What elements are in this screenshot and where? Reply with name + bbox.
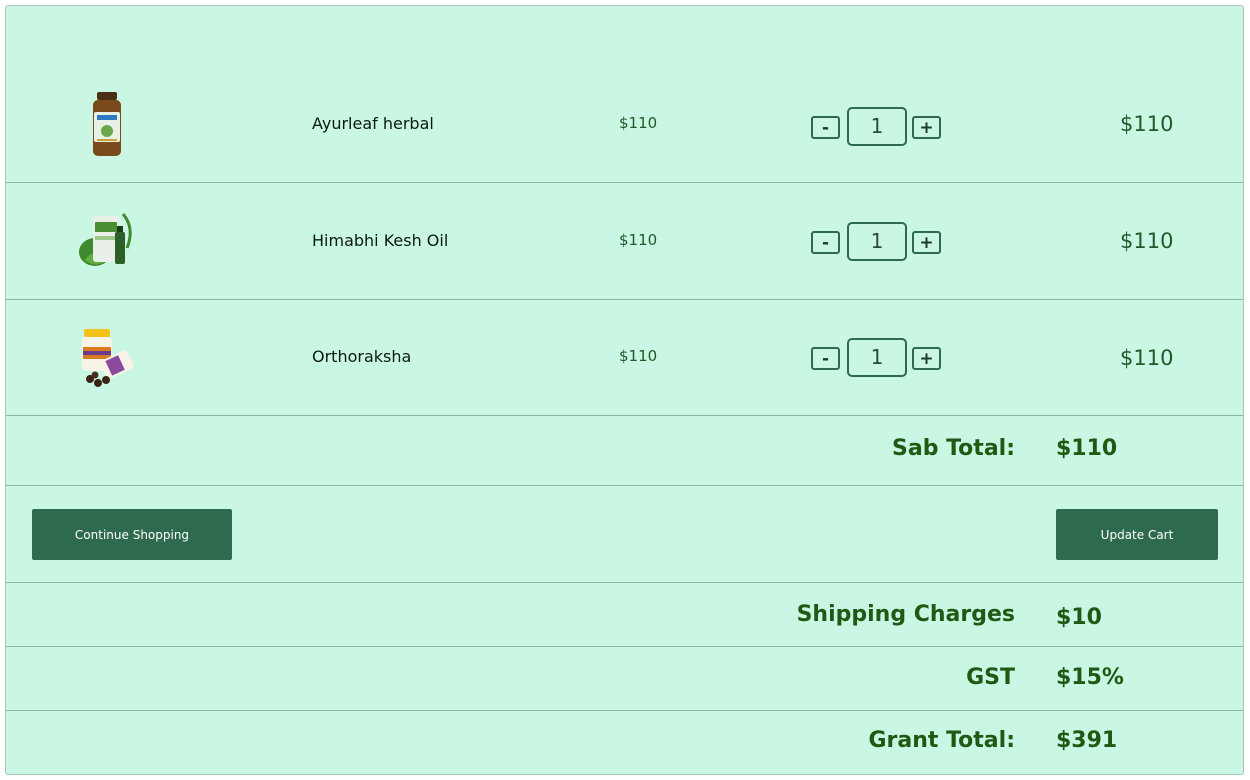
product-name[interactable]: Himabhi Kesh Oil <box>312 231 448 250</box>
line-total: $110 <box>1120 112 1174 136</box>
quantity-decrease-button[interactable]: - <box>811 116 840 139</box>
update-cart-button[interactable]: Update Cart <box>1056 509 1218 560</box>
quantity-decrease-button[interactable]: - <box>811 347 840 370</box>
quantity-increase-button[interactable]: + <box>912 231 941 254</box>
product-image-oil-bottle[interactable] <box>72 206 142 276</box>
shipping-value: $10 <box>1056 605 1102 630</box>
quantity-decrease-button[interactable]: - <box>811 231 840 254</box>
product-price: $110 <box>619 114 658 132</box>
product-name[interactable]: Orthoraksha <box>312 347 411 366</box>
pill-jar-icon <box>82 329 134 387</box>
grand-total-value: $391 <box>1056 728 1118 753</box>
row-divider <box>6 299 1243 300</box>
gst-label: GST <box>966 665 1015 690</box>
row-divider <box>6 182 1243 183</box>
product-image-pill-jar[interactable] <box>72 322 142 392</box>
line-total: $110 <box>1120 229 1174 253</box>
row-divider <box>6 582 1243 583</box>
gst-value: $15% <box>1056 665 1124 690</box>
quantity-increase-button[interactable]: + <box>912 347 941 370</box>
product-image-herbal-jar[interactable] <box>72 90 142 160</box>
continue-shopping-button[interactable]: Continue Shopping <box>32 509 232 560</box>
cart-panel: Ayurleaf herbal $110 - 1 + $110 Himabhi … <box>5 5 1244 775</box>
product-price: $110 <box>619 347 658 365</box>
subtotal-label: Sab Total: <box>892 436 1015 461</box>
herbal-jar-icon <box>93 92 121 156</box>
row-divider <box>6 415 1243 416</box>
quantity-input[interactable]: 1 <box>847 338 907 377</box>
quantity-increase-button[interactable]: + <box>912 116 941 139</box>
product-name[interactable]: Ayurleaf herbal <box>312 114 434 133</box>
row-divider <box>6 646 1243 647</box>
subtotal-value: $110 <box>1056 436 1118 461</box>
oil-bottle-icon <box>79 213 132 266</box>
quantity-input[interactable]: 1 <box>847 107 907 146</box>
line-total: $110 <box>1120 346 1174 370</box>
row-divider <box>6 710 1243 711</box>
grand-total-label: Grant Total: <box>868 728 1016 753</box>
product-price: $110 <box>619 231 658 249</box>
shipping-label: Shipping Charges <box>796 602 1015 627</box>
quantity-input[interactable]: 1 <box>847 222 907 261</box>
row-divider <box>6 485 1243 486</box>
